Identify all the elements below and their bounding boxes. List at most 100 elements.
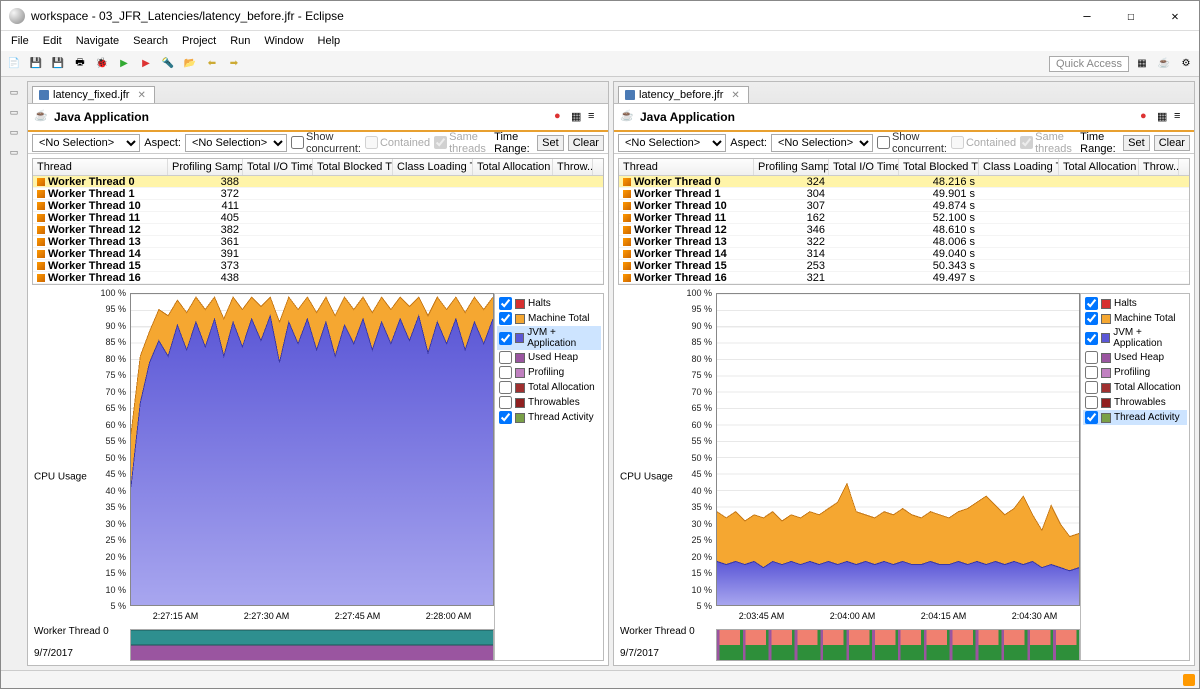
alert-icon[interactable]: ● <box>554 110 568 124</box>
grid-icon[interactable]: ▦ <box>1157 110 1171 124</box>
minimize-button[interactable]: — <box>1071 5 1103 27</box>
table-row[interactable]: Worker Thread 1116252.100 s <box>619 212 1189 224</box>
perspective-icon[interactable]: ▦ <box>1133 55 1151 73</box>
table-row[interactable]: Worker Thread 11405 <box>33 212 603 224</box>
search-icon[interactable]: 🔦 <box>159 55 177 73</box>
saveall-icon[interactable]: 💾 <box>49 55 67 73</box>
legend-item[interactable]: JVM + Application <box>497 326 601 350</box>
bars-icon[interactable]: ≡ <box>1174 110 1188 124</box>
gutter-item-nav[interactable]: ▭ <box>7 105 21 119</box>
gutter-item-props[interactable]: ▭ <box>7 125 21 139</box>
table-row[interactable]: Worker Thread 130449.901 s <box>619 188 1189 200</box>
grid-icon[interactable]: ▦ <box>571 110 585 124</box>
ext-tools-icon[interactable]: ▶ <box>137 55 155 73</box>
tab-latency-before[interactable]: latency_before.jfr ✕ <box>618 86 749 103</box>
fwd-icon[interactable]: ➡ <box>225 55 243 73</box>
column-header[interactable]: Profiling Samples <box>168 159 243 175</box>
legend-item[interactable]: Machine Total <box>497 311 601 326</box>
column-header[interactable]: Thread <box>33 159 168 175</box>
legend-item[interactable]: Total Allocation <box>1083 380 1187 395</box>
column-header[interactable]: Total Allocation <box>473 159 553 175</box>
column-header[interactable]: Total Blocked Time <box>899 159 979 175</box>
legend-item[interactable]: Throwables <box>1083 395 1187 410</box>
new-icon[interactable]: 📄 <box>5 55 23 73</box>
table-row[interactable]: Worker Thread 15373 <box>33 260 603 272</box>
alert-icon[interactable]: ● <box>1140 110 1154 124</box>
close-icon[interactable]: ✕ <box>731 90 739 101</box>
cpu-chart-right[interactable] <box>716 293 1080 606</box>
legend-item[interactable]: Halts <box>497 296 601 311</box>
table-row[interactable]: Worker Thread 032448.216 s <box>619 176 1189 188</box>
table-row[interactable]: Worker Thread 13361 <box>33 236 603 248</box>
table-row[interactable]: Worker Thread 12382 <box>33 224 603 236</box>
table-row[interactable]: Worker Thread 1332248.006 s <box>619 236 1189 248</box>
set-button[interactable]: Set <box>1123 135 1150 151</box>
table-row[interactable]: Worker Thread 0388 <box>33 176 603 188</box>
nav-icon[interactable]: 📂 <box>181 55 199 73</box>
clear-button[interactable]: Clear <box>568 135 604 151</box>
column-header[interactable]: Throw... <box>553 159 593 175</box>
table-row[interactable]: Worker Thread 1632149.497 s <box>619 272 1189 284</box>
aspect-select[interactable]: <No Selection> <box>771 134 873 152</box>
legend-item[interactable]: Thread Activity <box>497 410 601 425</box>
legend-item[interactable]: Throwables <box>497 395 601 410</box>
set-button[interactable]: Set <box>537 135 564 151</box>
column-header[interactable]: Total I/O Time <box>829 159 899 175</box>
legend-item[interactable]: Profiling <box>497 365 601 380</box>
table-row[interactable]: Worker Thread 16438 <box>33 272 603 284</box>
legend-item[interactable]: Total Allocation <box>497 380 601 395</box>
other-perspective-icon[interactable]: ⚙ <box>1177 55 1195 73</box>
thread-activity-bar-right[interactable] <box>716 629 1080 661</box>
legend-item[interactable]: JVM + Application <box>1083 326 1187 350</box>
back-icon[interactable]: ⬅ <box>203 55 221 73</box>
column-header[interactable]: Class Loading Time <box>979 159 1059 175</box>
table-row[interactable]: Worker Thread 1234648.610 s <box>619 224 1189 236</box>
aspect-select[interactable]: <No Selection> <box>185 134 287 152</box>
thread-filter-select[interactable]: <No Selection> <box>618 134 726 152</box>
menu-search[interactable]: Search <box>127 33 174 49</box>
jmc-perspective-icon[interactable]: ☕ <box>1155 55 1173 73</box>
debug-icon[interactable]: 🐞 <box>93 55 111 73</box>
menu-navigate[interactable]: Navigate <box>70 33 125 49</box>
close-button[interactable]: ✕ <box>1159 5 1191 27</box>
legend-item[interactable]: Thread Activity <box>1083 410 1187 425</box>
maximize-button[interactable]: ☐ <box>1115 5 1147 27</box>
table-row[interactable]: Worker Thread 1030749.874 s <box>619 200 1189 212</box>
column-header[interactable]: Thread <box>619 159 754 175</box>
thread-filter-select[interactable]: <No Selection> <box>32 134 140 152</box>
legend-item[interactable]: Used Heap <box>497 350 601 365</box>
menu-file[interactable]: File <box>5 33 35 49</box>
column-header[interactable]: Class Loading Time <box>393 159 473 175</box>
run-icon[interactable]: ▶ <box>115 55 133 73</box>
legend-item[interactable]: Used Heap <box>1083 350 1187 365</box>
column-header[interactable]: Total Blocked Time <box>313 159 393 175</box>
show-concurrent-check[interactable]: Show concurrent: <box>291 131 361 155</box>
column-header[interactable]: Profiling Samples <box>754 159 829 175</box>
column-header[interactable]: Total I/O Time <box>243 159 313 175</box>
rss-icon[interactable] <box>1183 674 1195 686</box>
menu-help[interactable]: Help <box>312 33 347 49</box>
table-row[interactable]: Worker Thread 1525350.343 s <box>619 260 1189 272</box>
show-concurrent-check[interactable]: Show concurrent: <box>877 131 947 155</box>
bars-icon[interactable]: ≡ <box>588 110 602 124</box>
print-icon[interactable]: 🖶 <box>71 55 89 73</box>
legend-item[interactable]: Halts <box>1083 296 1187 311</box>
gutter-item-progress[interactable]: ▭ <box>7 145 21 159</box>
clear-button[interactable]: Clear <box>1154 135 1190 151</box>
menu-edit[interactable]: Edit <box>37 33 68 49</box>
cpu-chart-left[interactable] <box>130 293 494 606</box>
tab-latency-fixed[interactable]: latency_fixed.jfr ✕ <box>32 86 155 103</box>
menu-project[interactable]: Project <box>176 33 222 49</box>
menu-window[interactable]: Window <box>258 33 309 49</box>
column-header[interactable]: Throw... <box>1139 159 1179 175</box>
save-icon[interactable]: 💾 <box>27 55 45 73</box>
thread-activity-bar-left[interactable] <box>130 629 494 661</box>
table-row[interactable]: Worker Thread 1372 <box>33 188 603 200</box>
legend-item[interactable]: Profiling <box>1083 365 1187 380</box>
gutter-item-outline[interactable]: ▭ <box>7 85 21 99</box>
table-row[interactable]: Worker Thread 1431449.040 s <box>619 248 1189 260</box>
table-row[interactable]: Worker Thread 10411 <box>33 200 603 212</box>
close-icon[interactable]: ✕ <box>137 90 145 101</box>
quick-access[interactable]: Quick Access <box>1049 56 1129 72</box>
legend-item[interactable]: Machine Total <box>1083 311 1187 326</box>
